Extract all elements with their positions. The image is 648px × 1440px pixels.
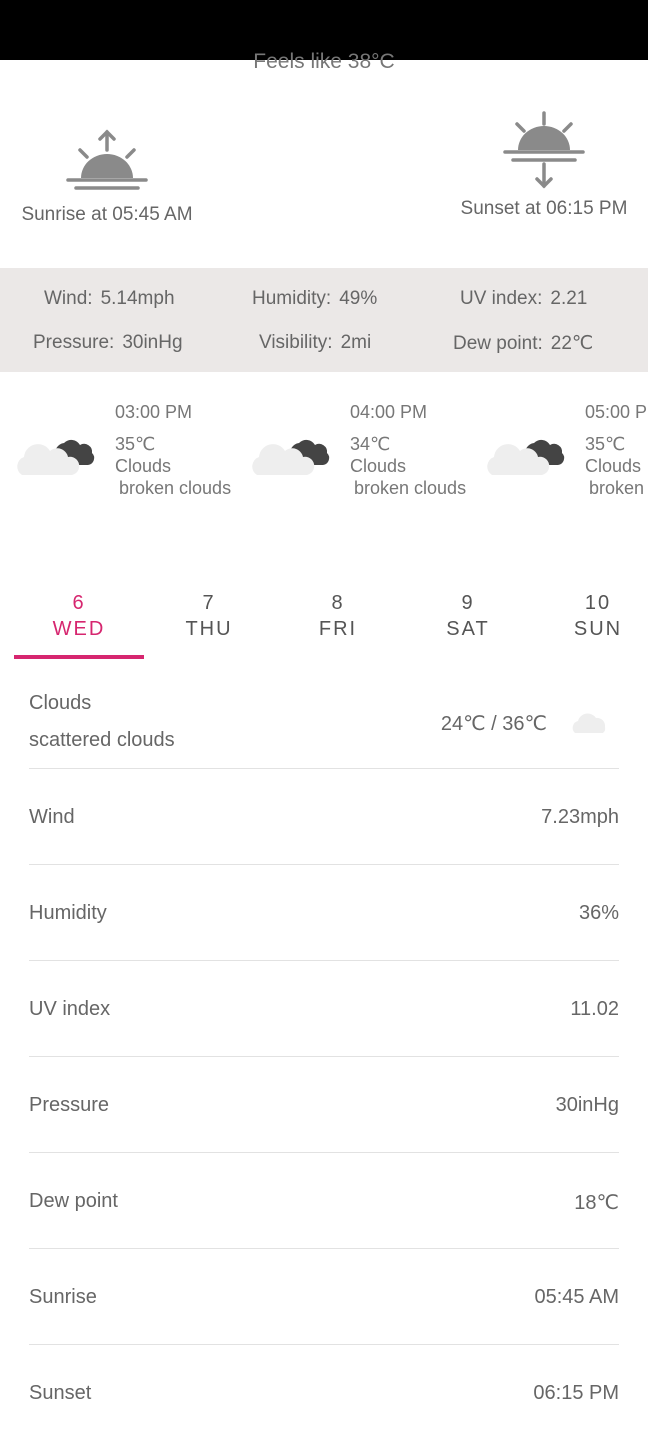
- sunrise-icon: [66, 129, 148, 190]
- stat-uv-index: UV index: 2.21: [460, 288, 587, 310]
- stat-visibility-label: Visibility:: [259, 332, 333, 353]
- detail-row-sunset: Sunset 06:15 PM: [29, 1345, 619, 1440]
- hourly-time: 03:00 PM: [115, 402, 193, 422]
- tab-day-fri[interactable]: 8 FRI: [273, 590, 403, 658]
- broken-clouds-icon: [487, 439, 565, 475]
- day-tabs: 6 WED 7 THU 8 FRI 9 SAT 10 SUN: [0, 590, 648, 660]
- stat-uv-value: 2.21: [550, 288, 588, 309]
- tab-day-sat[interactable]: 9 SAT: [403, 590, 533, 658]
- tab-day-name: SAT: [446, 618, 490, 640]
- tab-day-name: SUN: [573, 618, 623, 640]
- hourly-temp: 35℃: [585, 434, 626, 454]
- tab-day-number: 10: [584, 592, 612, 614]
- stat-humidity-value: 49%: [339, 288, 378, 309]
- scattered-clouds-icon: [572, 713, 606, 733]
- detail-label: Pressure: [29, 1094, 110, 1116]
- sunset-label: Sunset at 06:15 PM: [460, 198, 628, 219]
- broken-clouds-icon: [17, 439, 95, 475]
- feels-like-text: Feels like 38°C: [253, 50, 395, 73]
- detail-row-pressure: Pressure 30inHg: [29, 1057, 619, 1153]
- tab-day-number: 7: [202, 592, 216, 614]
- detail-value: 18℃: [574, 1192, 619, 1214]
- tab-day-number: 6: [72, 592, 86, 614]
- stat-dew-value: 22℃: [550, 333, 594, 354]
- day-condition-desc: scattered clouds: [29, 729, 175, 751]
- stat-pressure-value: 30inHg: [122, 332, 183, 353]
- hourly-item[interactable]: 05:00 PM 35℃ Clouds broken clouds: [470, 395, 648, 515]
- hourly-temp: 35℃: [115, 434, 156, 454]
- stat-pressure: Pressure: 30inHg: [33, 332, 183, 354]
- hourly-time: 04:00 PM: [350, 402, 428, 422]
- current-stats-panel: Wind: 5.14mph Humidity: 49% UV index: 2.21 …: [0, 268, 648, 372]
- detail-value: 30inHg: [555, 1094, 619, 1116]
- detail-label: Sunset: [29, 1382, 92, 1404]
- stat-visibility-value: 2mi: [340, 332, 372, 353]
- stat-wind: Wind: 5.14mph: [44, 288, 175, 310]
- detail-value: 7.23mph: [541, 806, 619, 828]
- hourly-item[interactable]: 03:00 PM 35℃ Clouds broken clouds: [0, 395, 235, 515]
- day-condition-row: Clouds scattered clouds 24℃ / 36℃: [29, 680, 619, 769]
- hourly-desc: broken clouds: [354, 478, 467, 498]
- hourly-main: Clouds: [115, 456, 172, 476]
- detail-row-uv-index: UV index 11.02: [29, 961, 619, 1057]
- stat-humidity-label: Humidity:: [252, 288, 332, 309]
- hourly-desc: broken clouds: [589, 478, 648, 498]
- broken-clouds-icon: [252, 439, 330, 475]
- active-tab-indicator: [14, 655, 144, 659]
- hourly-desc: broken clouds: [119, 478, 232, 498]
- tab-day-thu[interactable]: 7 THU: [144, 590, 274, 658]
- hourly-main: Clouds: [350, 456, 407, 476]
- detail-row-sunrise: Sunrise 05:45 AM: [29, 1249, 619, 1345]
- sunrise-label: Sunrise at 05:45 AM: [21, 204, 193, 225]
- detail-label: Sunrise: [29, 1286, 97, 1308]
- stat-humidity: Humidity: 49%: [252, 288, 377, 310]
- hourly-forecast-list[interactable]: 03:00 PM 35℃ Clouds broken clouds 04:00 …: [0, 395, 648, 525]
- tab-day-name: FRI: [318, 618, 358, 640]
- stat-uv-label: UV index:: [460, 288, 543, 309]
- hourly-main: Clouds: [585, 456, 642, 476]
- stat-wind-value: 5.14mph: [100, 288, 175, 309]
- detail-row-humidity: Humidity 36%: [29, 865, 619, 961]
- stat-visibility: Visibility: 2mi: [259, 332, 371, 354]
- stat-dew-point: Dew point: 22℃: [453, 332, 593, 355]
- detail-value: 11.02: [570, 998, 619, 1020]
- tab-day-number: 9: [461, 592, 475, 614]
- tab-day-name: WED: [52, 618, 106, 640]
- detail-label: Dew point: [29, 1190, 118, 1212]
- stat-pressure-label: Pressure:: [33, 332, 115, 353]
- detail-value: 06:15 PM: [533, 1382, 619, 1404]
- detail-row-dew-point: Dew point 18℃: [29, 1153, 619, 1249]
- stat-wind-label: Wind:: [44, 288, 93, 309]
- hourly-item[interactable]: 04:00 PM 34℃ Clouds broken clouds: [235, 395, 470, 515]
- tab-day-name: THU: [185, 618, 233, 640]
- detail-row-wind: Wind 7.23mph: [29, 769, 619, 865]
- tab-day-wed[interactable]: 6 WED: [14, 590, 144, 658]
- stat-dew-label: Dew point:: [453, 333, 543, 354]
- tab-day-sun[interactable]: 10 SUN: [533, 590, 648, 658]
- detail-label: Humidity: [29, 902, 107, 924]
- day-temp-range: 24℃ / 36℃: [440, 713, 547, 735]
- sunrise-block: Sunrise at 05:45 AM: [0, 128, 214, 226]
- hourly-temp: 34℃: [350, 434, 391, 454]
- detail-value: 05:45 AM: [534, 1286, 619, 1308]
- detail-label: UV index: [29, 998, 111, 1020]
- detail-label: Wind: [29, 806, 75, 828]
- detail-value: 36%: [578, 902, 619, 924]
- day-condition: Clouds: [29, 692, 92, 714]
- tab-day-number: 8: [331, 592, 345, 614]
- hourly-time: 05:00 PM: [585, 402, 648, 422]
- sunset-block: Sunset at 06:15 PM: [440, 110, 648, 220]
- sunset-icon: [503, 111, 585, 189]
